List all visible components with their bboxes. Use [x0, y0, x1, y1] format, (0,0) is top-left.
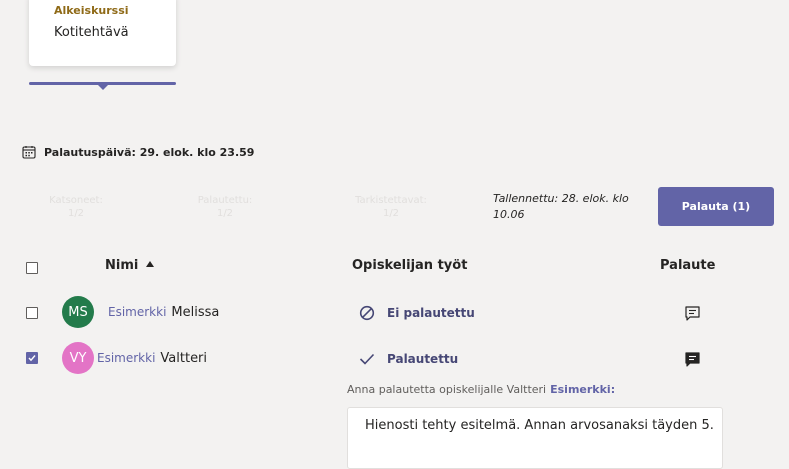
- stat-returned: Palautettu: 1/2: [165, 194, 285, 220]
- stat-to-review: Tarkistettavat: 1/2: [331, 194, 451, 220]
- stat-returned-value: 1/2: [216, 208, 234, 219]
- student-name-valtteri[interactable]: Esimerkki Valtteri: [97, 351, 207, 366]
- feedback-textarea[interactable]: Hienosti tehty esitelmä. Annan arvosanak…: [347, 407, 723, 469]
- student-first-name: Valtteri: [160, 351, 208, 366]
- assignment-title: Kotitehtävä: [54, 25, 129, 40]
- stat-viewed-label: Katsoneet:: [49, 195, 103, 206]
- stat-to-review-value: 1/2: [382, 208, 400, 219]
- return-button[interactable]: Palauta (1): [658, 187, 774, 226]
- row-checkbox-valtteri[interactable]: [26, 352, 38, 364]
- due-date-label: Palautuspäivä: 29. elok. klo 23.59: [44, 145, 255, 159]
- student-first-name: Melissa: [171, 305, 220, 320]
- saved-status: Tallennettu: 28. elok. klo 10.06: [493, 192, 629, 221]
- checkmark-icon: [359, 353, 375, 365]
- column-header-feedback: Palaute: [660, 258, 716, 273]
- due-date: Palautuspäivä: 29. elok. klo 23.59: [22, 145, 254, 159]
- checkmark-icon: [28, 355, 36, 362]
- assignment-card[interactable]: Alkeiskurssi Kotitehtävä: [29, 0, 176, 66]
- stat-viewed: Katsoneet: 1/2: [16, 194, 136, 220]
- feedback-filled-icon[interactable]: [684, 351, 701, 368]
- student-course: Esimerkki: [108, 305, 167, 319]
- stat-to-review-label: Tarkistettavat:: [355, 195, 427, 206]
- student-name-melissa[interactable]: Esimerkki Melissa: [108, 305, 219, 320]
- avatar: VY: [62, 342, 94, 374]
- work-status-label: Palautettu: [387, 352, 459, 366]
- stat-viewed-value: 1/2: [67, 208, 85, 219]
- work-status-valtteri[interactable]: Palautettu: [359, 351, 458, 367]
- work-status-melissa[interactable]: Ei palautettu: [359, 305, 475, 321]
- assignment-course: Alkeiskurssi: [54, 4, 129, 17]
- feedback-label: Anna palautetta opiskelijalle Valtteri Es…: [347, 383, 615, 396]
- blocked-icon: [359, 305, 375, 321]
- avatar: MS: [62, 296, 94, 328]
- calendar-icon: [22, 146, 36, 159]
- select-all-checkbox[interactable]: [26, 262, 38, 274]
- work-status-label: Ei palautettu: [387, 306, 475, 320]
- feedback-label-course: Esimerkki:: [550, 383, 616, 396]
- student-course: Esimerkki: [97, 351, 156, 365]
- feedback-icon[interactable]: [684, 305, 701, 322]
- row-checkbox-melissa[interactable]: [26, 307, 38, 319]
- column-header-name-label: Nimi: [105, 258, 139, 273]
- stat-returned-label: Palautettu:: [197, 195, 253, 206]
- column-header-name[interactable]: Nimi: [105, 258, 155, 273]
- sort-ascending-icon: [146, 261, 155, 267]
- column-header-work: Opiskelijan työt: [352, 258, 468, 273]
- caret-down-icon: [98, 85, 108, 90]
- feedback-label-text: Anna palautetta opiskelijalle Valtteri: [347, 383, 547, 396]
- feedback-text: Hienosti tehty esitelmä. Annan arvosanak…: [365, 418, 714, 433]
